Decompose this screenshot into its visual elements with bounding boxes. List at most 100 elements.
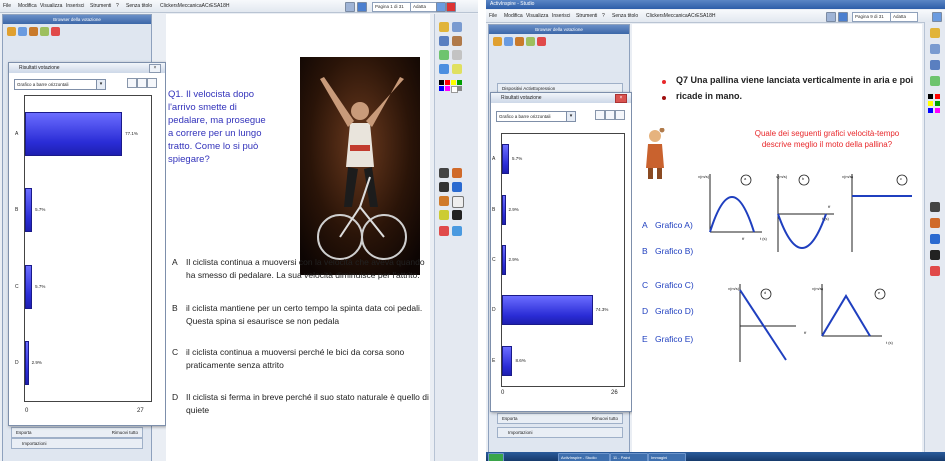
- color-magenta[interactable]: [445, 86, 450, 91]
- close-results-button[interactable]: ×: [615, 94, 627, 103]
- color-green[interactable]: [457, 80, 462, 85]
- import-item[interactable]: Importazioni: [497, 427, 623, 438]
- copy-icon[interactable]: [127, 78, 137, 88]
- start-button[interactable]: [488, 453, 504, 461]
- vote-icon[interactable]: [526, 37, 535, 46]
- menu-visualizza[interactable]: Visualizza: [526, 13, 548, 19]
- color-black[interactable]: [928, 94, 933, 99]
- text-icon[interactable]: [930, 250, 940, 260]
- close-icon[interactable]: [446, 2, 456, 12]
- tab-blank[interactable]: Senza titolo: [126, 3, 152, 9]
- vote-results-window[interactable]: Risultati votazione × Grafico a barre or…: [490, 92, 632, 412]
- camera-icon[interactable]: [439, 210, 449, 220]
- text-icon[interactable]: [452, 210, 462, 220]
- color-grey[interactable]: [457, 86, 462, 91]
- pointer-icon[interactable]: [930, 202, 940, 212]
- clicker-icon[interactable]: [18, 27, 27, 36]
- export-label[interactable]: Esporta: [16, 430, 32, 435]
- taskbar-item-paint[interactable]: 11 - Paint: [610, 453, 648, 461]
- color-yellow[interactable]: [451, 80, 456, 85]
- magic-ink-icon[interactable]: [452, 182, 462, 192]
- gear-icon[interactable]: [537, 37, 546, 46]
- magic-ink-icon[interactable]: [930, 234, 940, 244]
- pointer-icon[interactable]: [439, 168, 449, 178]
- results-chart: A 77.1% B 5.7% C 5.7% D 2.9%: [15, 95, 152, 402]
- chevron-down-icon[interactable]: ▾: [566, 112, 575, 121]
- fit-select[interactable]: Adatta: [890, 12, 918, 22]
- chart-icon[interactable]: [137, 78, 147, 88]
- pen-icon[interactable]: [493, 37, 502, 46]
- taskbar-item-activinspire[interactable]: ActivInspire - Studio: [558, 453, 610, 461]
- restore-icon[interactable]: [932, 12, 942, 22]
- fill-tool-icon[interactable]: [439, 50, 449, 60]
- desktop-icon[interactable]: [838, 12, 848, 22]
- color-green[interactable]: [935, 101, 940, 106]
- close-results-button[interactable]: ×: [149, 64, 161, 73]
- pen-tool-icon[interactable]: [930, 44, 940, 54]
- fill-bucket-icon[interactable]: [439, 196, 449, 206]
- search-icon[interactable]: [147, 78, 157, 88]
- menu-file[interactable]: File: [3, 3, 11, 9]
- select-tool-icon[interactable]: [930, 28, 940, 38]
- menu-help[interactable]: ?: [116, 3, 119, 9]
- menu-strumenti[interactable]: Strumenti: [90, 3, 111, 9]
- book-icon[interactable]: [29, 27, 38, 36]
- menu-strumenti[interactable]: Strumenti: [576, 13, 597, 19]
- color-black[interactable]: [439, 80, 444, 85]
- color-blue[interactable]: [439, 86, 444, 91]
- tab-file[interactable]: ClickersMeccanicaACrESA18H: [646, 13, 715, 19]
- gear-icon[interactable]: [51, 27, 60, 36]
- chart-type-select[interactable]: Grafico a barre orizzontali ▾: [14, 79, 106, 90]
- menu-modifica[interactable]: Modifica: [18, 3, 37, 9]
- page-view-icon[interactable]: [826, 12, 836, 22]
- select-tool-icon[interactable]: [439, 22, 449, 32]
- page-view-icon[interactable]: [345, 2, 355, 12]
- text-tool-icon[interactable]: [452, 64, 462, 74]
- chart-type-select[interactable]: Grafico a barre orizzontali ▾: [496, 111, 576, 122]
- chevron-down-icon[interactable]: ▾: [96, 80, 105, 89]
- vote-icon[interactable]: [40, 27, 49, 36]
- highlighter-icon[interactable]: [439, 36, 449, 46]
- desktop-icon[interactable]: [357, 2, 367, 12]
- clicker-icon[interactable]: [504, 37, 513, 46]
- rectangle-icon[interactable]: [452, 196, 464, 208]
- import-item[interactable]: Importazioni: [11, 438, 143, 449]
- marker-icon[interactable]: [439, 182, 449, 192]
- export-label[interactable]: Esporta: [502, 416, 518, 421]
- color-magenta[interactable]: [935, 108, 940, 113]
- menu-modifica[interactable]: Modifica: [504, 13, 523, 19]
- menu-inserisci[interactable]: Inserisci: [66, 3, 84, 9]
- tab-blank[interactable]: Senza titolo: [612, 13, 638, 19]
- reset-label[interactable]: Rimuovi tutto: [592, 416, 618, 421]
- undo-icon[interactable]: [930, 266, 940, 276]
- fit-select[interactable]: Adatta: [410, 2, 438, 12]
- menu-inserisci[interactable]: Inserisci: [552, 13, 570, 19]
- redo-icon[interactable]: [452, 226, 462, 236]
- pen-icon[interactable]: [7, 27, 16, 36]
- undo-icon[interactable]: [439, 226, 449, 236]
- restore-icon[interactable]: [436, 2, 446, 12]
- color-red[interactable]: [935, 94, 940, 99]
- highlighter-icon[interactable]: [930, 60, 940, 70]
- line-tool-icon[interactable]: [439, 64, 449, 74]
- reset-label[interactable]: Rimuovi tutto: [112, 430, 138, 435]
- book-icon[interactable]: [515, 37, 524, 46]
- copy-icon[interactable]: [595, 110, 605, 120]
- tab-file[interactable]: ClickersMeccanicaACrESA18H: [160, 3, 229, 9]
- color-yellow[interactable]: [928, 101, 933, 106]
- color-red[interactable]: [445, 80, 450, 85]
- color-blue[interactable]: [928, 108, 933, 113]
- menu-help[interactable]: ?: [602, 13, 605, 19]
- taskbar-item-images[interactable]: Immagini: [648, 453, 686, 461]
- pen-tool-icon[interactable]: [452, 22, 462, 32]
- eraser-icon[interactable]: [452, 50, 462, 60]
- menu-visualizza[interactable]: Visualizza: [40, 3, 62, 9]
- hand-icon[interactable]: [930, 218, 940, 228]
- chart-icon[interactable]: [605, 110, 615, 120]
- vote-results-window[interactable]: Risultati votazione × Grafico a barre or…: [8, 62, 166, 426]
- search-icon[interactable]: [615, 110, 625, 120]
- fill-tool-icon[interactable]: [930, 76, 940, 86]
- hand-icon[interactable]: [452, 168, 462, 178]
- menu-file[interactable]: File: [489, 13, 497, 19]
- shape-tool-icon[interactable]: [452, 36, 462, 46]
